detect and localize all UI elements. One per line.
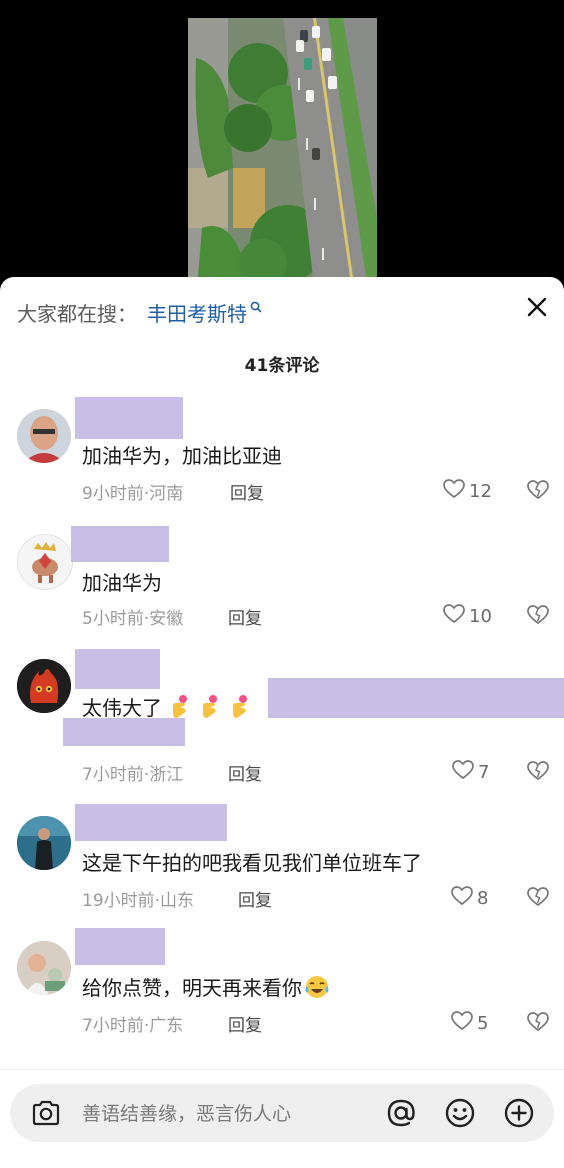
camera-icon[interactable]	[30, 1097, 62, 1133]
plus-icon[interactable]	[503, 1097, 535, 1133]
smile-icon[interactable]	[444, 1097, 476, 1133]
comment-time-location: 19小时前·山东	[82, 891, 195, 911]
dislike-icon[interactable]	[527, 605, 549, 629]
trending-search-term[interactable]: 丰田考斯特	[147, 298, 247, 327]
comment-sheet: 大家都在搜： 丰田考斯特 41条评论 加油华为，加油比亚迪 9小时前·河南 回复…	[0, 277, 564, 1168]
dislike-icon[interactable]	[527, 887, 549, 911]
username-redacted	[75, 804, 227, 841]
reply-button[interactable]: 回复	[238, 886, 272, 911]
like-count: 5	[477, 1012, 489, 1034]
crying-laughing-emoji-icon	[304, 974, 330, 1005]
reply-button[interactable]: 回复	[228, 1011, 262, 1036]
comment-text-content: 太伟大了	[82, 696, 162, 720]
heart-icon	[443, 604, 465, 628]
aerial-street-image	[188, 18, 377, 277]
like-count: 12	[469, 480, 492, 502]
username-redacted	[75, 649, 160, 689]
finger-heart-emoji-icon	[198, 694, 222, 725]
heart-icon	[451, 886, 473, 910]
like-button[interactable]: 8	[451, 886, 488, 910]
like-count: 8	[477, 887, 489, 909]
comment-count: 41条评论	[244, 356, 320, 376]
reply-button[interactable]: 回复	[230, 479, 264, 504]
reply-button[interactable]: 回复	[228, 760, 262, 785]
close-icon[interactable]	[524, 294, 550, 320]
dislike-icon[interactable]	[527, 761, 549, 785]
dislike-icon[interactable]	[527, 1012, 549, 1036]
heart-icon	[451, 1011, 473, 1035]
avatar[interactable]	[17, 941, 71, 995]
comment-text: 给你点赞，明天再来看你	[82, 972, 330, 1005]
comment-text-content: 给你点赞，明天再来看你	[82, 976, 302, 1000]
like-button[interactable]: 12	[443, 479, 492, 503]
like-button[interactable]: 10	[443, 604, 492, 628]
avatar[interactable]	[17, 534, 73, 590]
comment-time-location: 7小时前·浙江	[82, 765, 184, 785]
username-redacted	[75, 397, 183, 439]
comment-input[interactable]	[80, 1098, 374, 1130]
avatar[interactable]	[17, 816, 71, 870]
username-redacted	[71, 526, 169, 562]
comment-text: 加油华为，加油比亚迪	[82, 444, 282, 468]
video-player[interactable]	[0, 0, 564, 277]
like-button[interactable]: 7	[452, 760, 489, 784]
heart-icon	[452, 760, 474, 784]
like-button[interactable]: 5	[451, 1011, 488, 1035]
redacted-text	[268, 678, 564, 718]
search-icon	[250, 298, 262, 317]
avatar[interactable]	[17, 409, 71, 463]
heart-icon	[443, 479, 465, 503]
comment-time-location: 7小时前·广东	[82, 1016, 184, 1036]
trending-search-label: 大家都在搜：	[17, 301, 137, 326]
comment-time-location: 9小时前·河南	[82, 484, 184, 504]
comment-text: 加油华为	[82, 571, 162, 595]
like-count: 7	[478, 761, 490, 783]
dislike-icon[interactable]	[527, 480, 549, 504]
at-icon[interactable]	[385, 1097, 417, 1133]
comment-text: 这是下午拍的吧我看见我们单位班车了	[82, 851, 422, 875]
comment-time-location: 5小时前·安徽	[82, 609, 184, 629]
finger-heart-emoji-icon	[228, 694, 252, 725]
avatar[interactable]	[17, 659, 71, 713]
like-count: 10	[469, 605, 492, 627]
username-redacted	[75, 928, 165, 965]
reply-button[interactable]: 回复	[228, 604, 262, 629]
comment-input-bar	[10, 1084, 554, 1142]
divider	[0, 1069, 564, 1070]
video-frame	[188, 18, 377, 277]
redacted-text	[63, 718, 185, 746]
trending-search[interactable]: 大家都在搜： 丰田考斯特	[17, 296, 262, 328]
